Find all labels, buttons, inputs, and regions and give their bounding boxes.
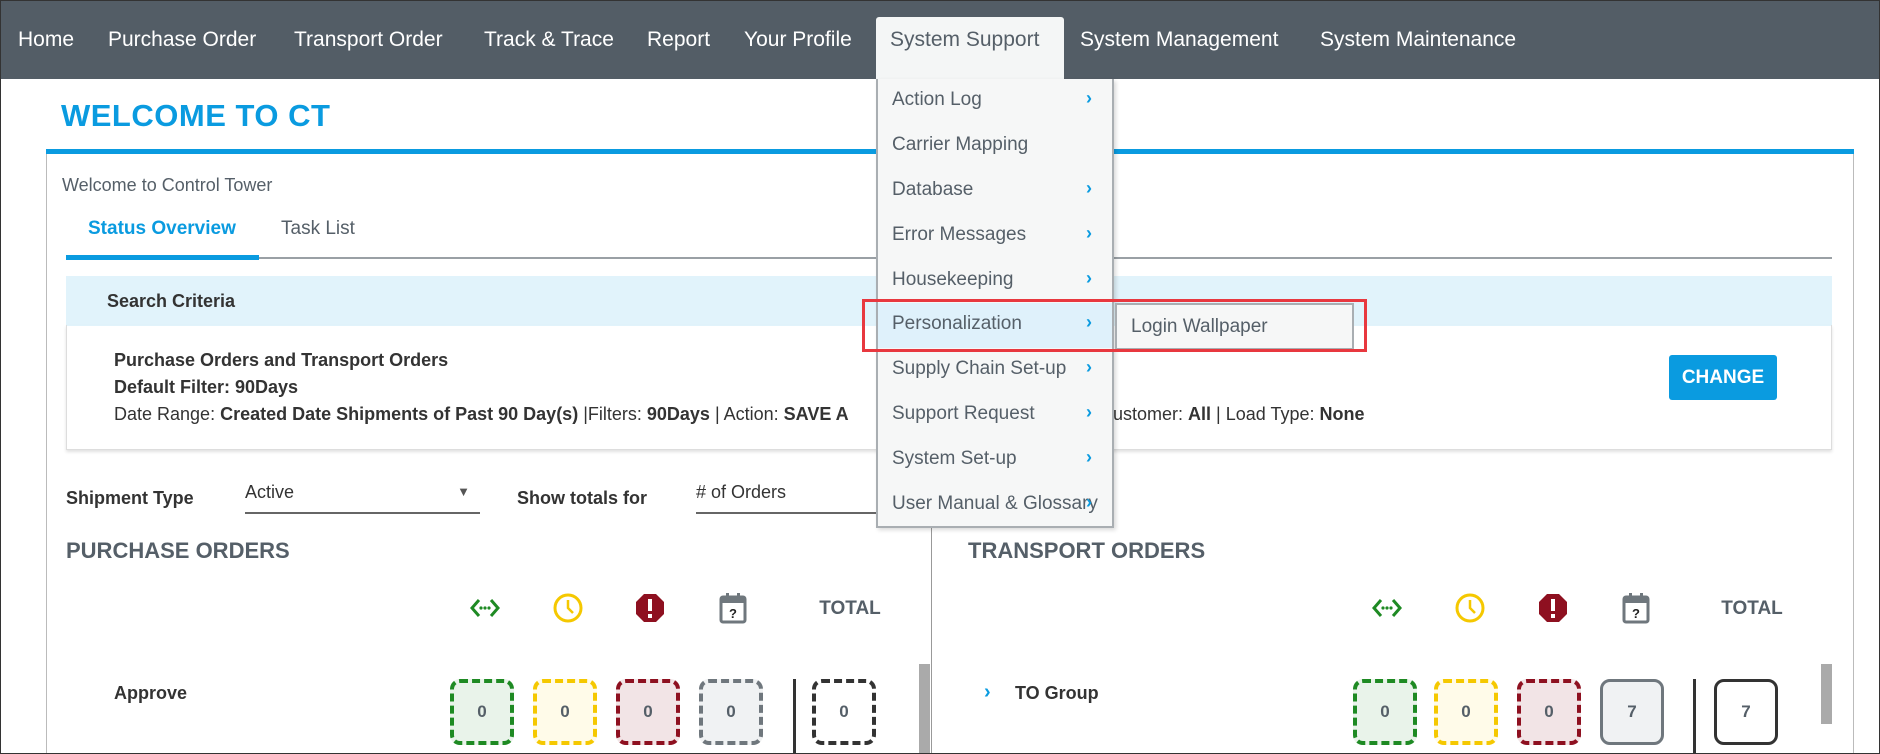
po-total-separator: [793, 679, 796, 754]
clock-icon: [553, 593, 583, 623]
nav-track-trace[interactable]: Track & Trace: [484, 28, 614, 52]
to-unknown-count[interactable]: 7: [1600, 679, 1664, 745]
menu-item-carrier-mapping[interactable]: Carrier Mapping: [878, 124, 1112, 169]
to-delayed-count[interactable]: 0: [1434, 679, 1498, 745]
menu-item-database[interactable]: Database ›: [878, 169, 1112, 214]
menu-item-support-request[interactable]: Support Request ›: [878, 393, 1112, 438]
change-button[interactable]: CHANGE: [1669, 355, 1777, 400]
chevron-right-icon: ›: [1086, 312, 1092, 332]
to-total-separator: [1693, 679, 1696, 754]
criteria-default-filter: Default Filter: 90Days: [114, 377, 299, 397]
po-total-header: TOTAL: [819, 598, 881, 619]
calendar-question-icon: ?: [1622, 593, 1650, 624]
menu-item-supply-chain-setup[interactable]: Supply Chain Set-up ›: [878, 348, 1112, 393]
menu-item-user-manual-glossary[interactable]: User Manual & Glossary ›: [878, 483, 1112, 528]
criteria-details-cont: ustomer: All | Load Type: None: [1113, 404, 1365, 424]
chevron-right-icon[interactable]: ›: [984, 681, 991, 704]
to-total-header: TOTAL: [1721, 598, 1783, 619]
chevron-right-icon: ›: [1086, 357, 1092, 377]
to-total-count[interactable]: 7: [1714, 679, 1778, 745]
tab-status-overview[interactable]: Status Overview: [88, 218, 236, 240]
to-in-transit-count[interactable]: 0: [1353, 679, 1417, 745]
clock-icon: [1455, 593, 1485, 623]
in-transit-icon: [470, 599, 500, 617]
calendar-question-icon: ?: [719, 593, 747, 624]
menu-item-action-log[interactable]: Action Log ›: [878, 79, 1112, 124]
login-wallpaper-label: Login Wallpaper: [1131, 316, 1268, 337]
purchase-orders-title: PURCHASE ORDERS: [66, 538, 290, 563]
nav-system-management[interactable]: System Management: [1080, 28, 1278, 52]
to-row-group[interactable]: TO Group: [1015, 683, 1099, 704]
in-transit-icon: [1372, 599, 1402, 617]
po-unknown-count[interactable]: 0: [699, 679, 763, 745]
nav-your-profile[interactable]: Your Profile: [744, 28, 852, 52]
alert-octagon-icon: [1539, 594, 1567, 622]
menu-item-housekeeping[interactable]: Housekeeping ›: [878, 259, 1112, 304]
chevron-right-icon: ›: [1086, 447, 1092, 467]
active-tab-indicator: [66, 255, 259, 260]
svg-text:?: ?: [1632, 606, 1640, 621]
nav-purchase-order[interactable]: Purchase Order: [108, 28, 256, 52]
menu-item-personalization[interactable]: Personalization ›: [878, 303, 1112, 348]
nav-system-maintenance[interactable]: System Maintenance: [1320, 28, 1516, 52]
po-total-count[interactable]: 0: [812, 679, 876, 745]
po-delayed-count[interactable]: 0: [533, 679, 597, 745]
submenu-item-login-wallpaper[interactable]: Login Wallpaper: [1115, 303, 1354, 350]
top-nav: Home Purchase Order Transport Order Trac…: [0, 0, 1880, 81]
svg-text:?: ?: [729, 606, 737, 621]
transport-orders-title: TRANSPORT ORDERS: [968, 538, 1206, 563]
nav-system-support[interactable]: System Support: [876, 17, 1064, 81]
show-totals-label: Show totals for: [517, 488, 647, 508]
po-alert-count[interactable]: 0: [616, 679, 680, 745]
nav-system-support-label: System Support: [890, 28, 1040, 51]
show-totals-value: # of Orders: [696, 482, 787, 502]
system-support-menu: Action Log › Carrier Mapping Database › Er…: [876, 79, 1114, 528]
section-divider: [931, 516, 932, 754]
po-in-transit-count[interactable]: 0: [450, 679, 514, 745]
nav-report[interactable]: Report: [647, 28, 710, 52]
chevron-right-icon: ›: [1086, 492, 1092, 512]
nav-home[interactable]: Home: [18, 28, 74, 52]
chevron-right-icon: ›: [1086, 88, 1092, 108]
chevron-right-icon: ›: [1086, 178, 1092, 198]
menu-item-system-setup[interactable]: System Set-up ›: [878, 438, 1112, 483]
caret-down-icon: ▼: [457, 484, 470, 499]
chevron-right-icon: ›: [1086, 268, 1092, 288]
menu-item-error-messages[interactable]: Error Messages ›: [878, 214, 1112, 259]
to-scrollbar[interactable]: [1821, 664, 1832, 724]
criteria-details: Date Range: Created Date Shipments of Pa…: [114, 404, 849, 424]
search-criteria-label: Search Criteria: [107, 291, 236, 311]
shipment-type-select[interactable]: Active ▼: [245, 478, 480, 514]
tab-task-list[interactable]: Task List: [281, 218, 355, 240]
criteria-orders: Purchase Orders and Transport Orders: [114, 350, 449, 370]
welcome-text: Welcome to Control Tower: [62, 175, 273, 195]
page-title: WELCOME TO CT: [61, 98, 331, 133]
nav-transport-order[interactable]: Transport Order: [294, 28, 443, 52]
shipment-type-value: Active: [245, 482, 295, 502]
po-scrollbar[interactable]: [919, 664, 930, 754]
po-row-approve: Approve: [114, 683, 188, 703]
chevron-right-icon: ›: [1086, 223, 1092, 243]
alert-octagon-icon: [636, 594, 664, 622]
chevron-right-icon: ›: [1086, 402, 1092, 422]
to-alert-count[interactable]: 0: [1517, 679, 1581, 745]
shipment-type-label: Shipment Type: [66, 488, 194, 508]
